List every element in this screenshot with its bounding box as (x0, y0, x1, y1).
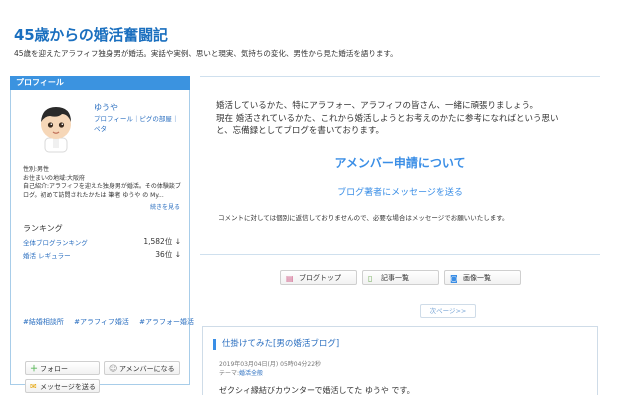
amember-heading[interactable]: アメンバー申請について (200, 154, 600, 171)
theme-label: テーマ: (219, 370, 240, 377)
blog-entry: 仕掛けてみた[男の婚活ブログ] 2019年03月04日(月) 05時04分22秒… (202, 326, 598, 395)
intro-line: と、忘備録としてブログを書いております。 (216, 126, 385, 136)
blog-intro: 婚活しているかた、特にアラフォー、アラフィフの皆さん、一緒に頑張りましょう。 現… (216, 100, 586, 138)
intro-line: 婚活しているかた、特にアラフォー、アラフィフの皆さん、一緒に頑張りましょう。 (216, 101, 538, 111)
ranking-value: 1,582位 ↓ (143, 237, 181, 246)
divider (200, 76, 600, 77)
ranking-row[interactable]: 婚活 レギュラー 36位 ↓ (23, 250, 181, 260)
camera-icon: ◙ (450, 274, 458, 283)
profile-info: 性別:男性 お住まいの地域:大阪府 自己紹介:アラフィフを迎えた独身男が婚活。そ… (23, 166, 183, 200)
amember-icon: ☺ (109, 364, 118, 373)
avatar[interactable] (30, 100, 82, 156)
hashtag-list: #結婚相談所 #アラフィフ婚活 #アラフォー婚活 (23, 317, 202, 327)
envelope-icon: ✉ (30, 382, 37, 391)
ranking-value: 36位 ↓ (155, 250, 181, 259)
entry-theme: テーマ:婚活全般 (219, 368, 263, 377)
entry-date: 2019年03月04日(月) 05時04分22秒 (219, 361, 322, 368)
amember-label: アメンバーになる (119, 365, 175, 373)
comment-note: コメントに対しては個別に返信しておりませんので、必要な場合はメッセージでお願いい… (218, 214, 509, 222)
send-message-label: メッセージを送る (40, 383, 96, 391)
image-list-label: 画像一覧 (463, 274, 491, 282)
sidebar-heading: プロフィール (10, 76, 190, 90)
entry-body: ゼクシィ縁結びカウンターで婚活してた ゆうや です。 (219, 386, 415, 395)
entry-list-button[interactable]: ▯ 記事一覧 (362, 270, 439, 285)
follow-label: フォロー (40, 365, 68, 373)
next-page-button[interactable]: 次ページ>> (420, 304, 476, 318)
blog-top-button[interactable]: ▤ ブログトップ (280, 270, 357, 285)
send-message-button[interactable]: ✉ メッセージを送る (25, 379, 100, 393)
hashtag-link[interactable]: #アラフォー婚活 (139, 318, 194, 326)
follow-button[interactable]: ＋ フォロー (25, 361, 100, 375)
intro-line: 現在 婚活されているかた、これから婚活しようとお考えのかたに参考になればという思… (216, 113, 559, 124)
home-icon: ▤ (286, 274, 294, 283)
ranking-row[interactable]: 全体ブログランキング 1,582位 ↓ (23, 237, 181, 247)
blog-description: 45歳を迎えたアラフィフ独身男が婚活。実話や実例、思いと現実、気持ちの変化、男性… (14, 49, 398, 58)
document-icon: ▯ (368, 274, 373, 283)
profile-sidebar: プロフィール ゆうや プロフィール｜ピグの部屋｜ペタ 性別:男性 お住まいの地域… (10, 76, 194, 393)
gender-text: 性別:男性 (23, 166, 50, 173)
avatar-illustration (41, 107, 71, 156)
theme-link[interactable]: 婚活全般 (239, 370, 263, 377)
read-more-link[interactable]: 続きを見る (150, 202, 180, 211)
ranking-title: ランキング (23, 224, 63, 233)
location-text: お住まいの地域:大阪府 (23, 174, 86, 182)
blog-top-label: ブログトップ (299, 274, 341, 282)
image-list-button[interactable]: ◙ 画像一覧 (444, 270, 521, 285)
ranking-label[interactable]: 全体ブログランキング (23, 239, 88, 247)
blog-title[interactable]: 45歳からの婚活奮闘記 (14, 24, 168, 45)
entry-title[interactable]: 仕掛けてみた[男の婚活ブログ] (213, 339, 339, 350)
profile-links[interactable]: プロフィール｜ピグの部屋｜ペタ (94, 114, 180, 134)
self-intro-text: 自己紹介:アラフィフを迎えた独身男が婚活。その体験談ブログ。初めて訪問されたかた… (23, 183, 181, 199)
blog-header: 45歳からの婚活奮闘記 45歳を迎えたアラフィフ独身男が婚活。実話や実例、思いと… (0, 0, 640, 70)
entry-list-label: 記事一覧 (381, 274, 409, 282)
amember-button[interactable]: ☺ アメンバーになる (104, 361, 180, 375)
plus-icon: ＋ (30, 364, 38, 373)
hashtag-link[interactable]: #アラフィフ婚活 (74, 318, 129, 326)
ranking-label[interactable]: 婚活 レギュラー (23, 252, 71, 260)
hashtag-link[interactable]: #結婚相談所 (23, 318, 64, 326)
profile-panel: ゆうや プロフィール｜ピグの部屋｜ペタ 性別:男性 お住まいの地域:大阪府 自己… (18, 96, 194, 393)
user-name[interactable]: ゆうや (94, 102, 118, 113)
message-author-link[interactable]: ブログ著者にメッセージを送る (200, 185, 600, 198)
divider (200, 254, 600, 255)
